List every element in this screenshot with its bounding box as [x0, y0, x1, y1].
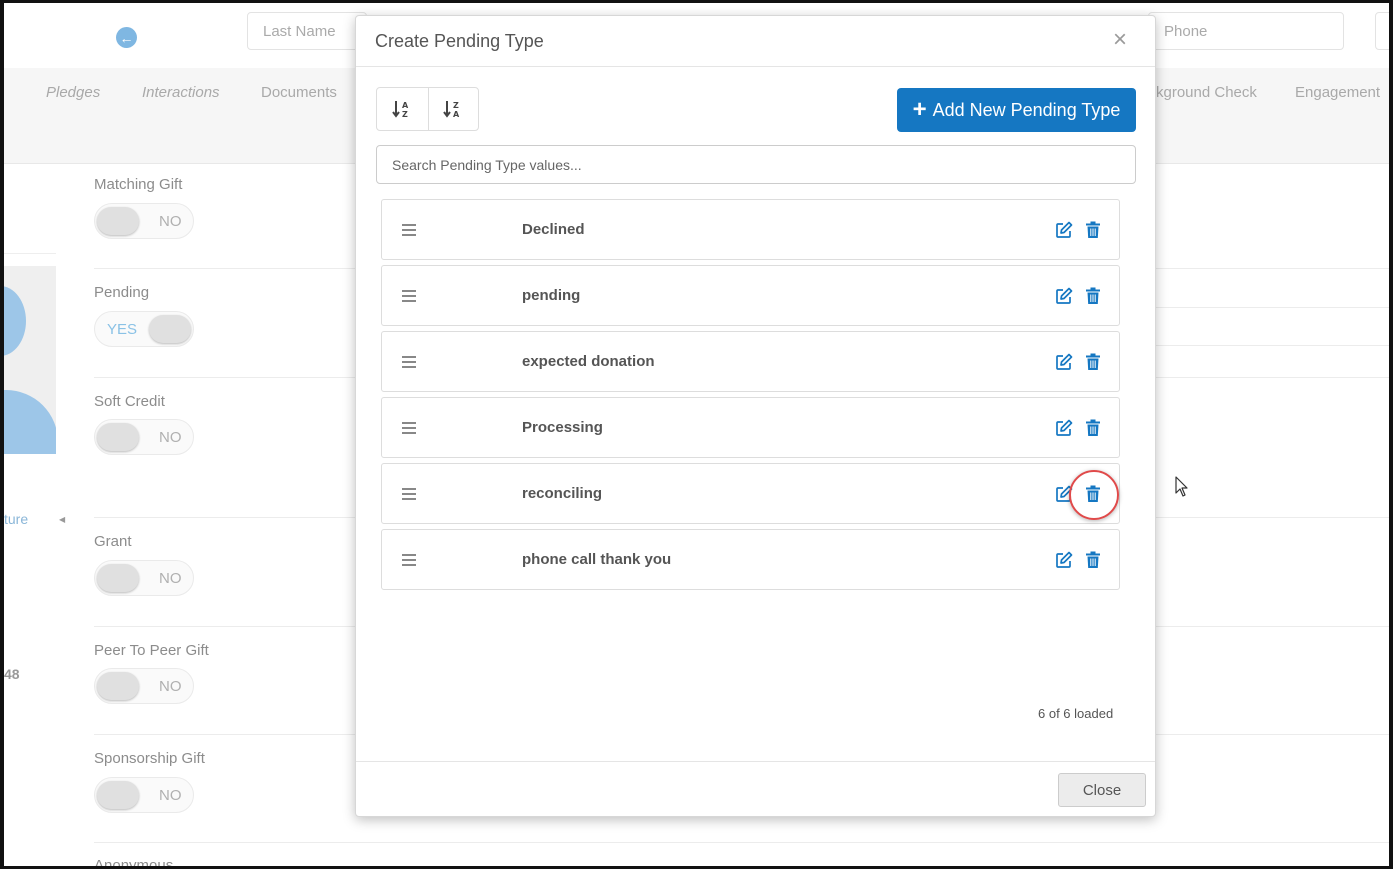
- drag-handle-icon[interactable]: [401, 552, 417, 568]
- svg-text:Z: Z: [402, 110, 408, 118]
- pending-type-label: phone call thank you: [522, 551, 672, 568]
- row-divider: [1156, 307, 1389, 308]
- list-item[interactable]: expected donation: [381, 331, 1120, 392]
- plus-icon: +: [912, 96, 927, 123]
- trash-icon[interactable]: [1085, 287, 1101, 305]
- toggle-state-text: NO: [159, 570, 182, 587]
- toggle-knob: [149, 315, 191, 343]
- tab-engagement[interactable]: Engagement: [1295, 84, 1380, 101]
- sort-descending-button[interactable]: Z A: [427, 88, 479, 130]
- toggle-knob: [97, 564, 139, 592]
- edit-icon[interactable]: [1055, 485, 1073, 503]
- extra-search-input[interactable]: [1375, 12, 1393, 50]
- modal-header: Create Pending Type ×: [356, 16, 1155, 67]
- drag-handle-icon[interactable]: [401, 222, 417, 238]
- pending-type-label: Declined: [522, 221, 585, 238]
- modal-footer: Close: [356, 761, 1155, 816]
- pending-type-search-input[interactable]: [376, 145, 1136, 184]
- peer-to-peer-gift-label: Peer To Peer Gift: [94, 642, 209, 659]
- trash-icon[interactable]: [1085, 485, 1101, 503]
- avatar: [4, 266, 56, 454]
- sort-button-group: A Z Z A: [376, 87, 479, 131]
- tab-background-check[interactable]: kground Check: [1156, 84, 1257, 101]
- back-arrow-icon[interactable]: ←: [116, 27, 137, 48]
- drag-handle-icon[interactable]: [401, 420, 417, 436]
- add-button-label: Add New Pending Type: [932, 99, 1121, 120]
- sort-ascending-button[interactable]: A Z: [377, 88, 428, 130]
- row-divider: [1156, 345, 1389, 346]
- toggle-state-text: NO: [159, 787, 182, 804]
- drag-handle-icon[interactable]: [401, 486, 417, 502]
- soft-credit-toggle[interactable]: NO: [94, 419, 194, 455]
- sidebar-divider: [4, 253, 56, 254]
- sidebar-number: 48: [4, 666, 20, 682]
- close-icon[interactable]: ×: [1113, 28, 1127, 52]
- add-new-pending-type-button[interactable]: + Add New Pending Type: [897, 88, 1136, 132]
- toggle-state-text: YES: [107, 321, 138, 338]
- list-item[interactable]: pending: [381, 265, 1120, 326]
- pending-type-label: Processing: [522, 419, 603, 436]
- phone-search-input[interactable]: Phone: [1148, 12, 1344, 50]
- tab-pledges[interactable]: Pledges: [46, 84, 100, 101]
- trash-icon[interactable]: [1085, 353, 1101, 371]
- matching-gift-toggle[interactable]: NO: [94, 203, 194, 239]
- avatar-body-shape: [4, 390, 56, 454]
- svg-text:A: A: [453, 110, 460, 118]
- create-pending-type-modal: Create Pending Type × A Z Z A + Add New …: [355, 15, 1156, 817]
- toggle-state-text: NO: [159, 213, 182, 230]
- pending-type-list: Declined pending expected donation Processi…: [381, 199, 1120, 595]
- pending-type-label: reconciling: [522, 485, 603, 502]
- toggle-state-text: NO: [159, 678, 182, 695]
- sponsorship-gift-toggle[interactable]: NO: [94, 777, 194, 813]
- avatar-head-shape: [4, 286, 26, 356]
- last-name-search-input[interactable]: Last Name: [247, 12, 367, 50]
- list-item[interactable]: reconciling: [381, 463, 1120, 524]
- pending-type-label: pending: [522, 287, 581, 304]
- toggle-state-text: NO: [159, 429, 182, 446]
- trash-icon[interactable]: [1085, 551, 1101, 569]
- edit-icon[interactable]: [1055, 419, 1073, 437]
- pending-toggle[interactable]: YES: [94, 311, 194, 347]
- toggle-knob: [97, 672, 139, 700]
- row-divider: [94, 842, 1389, 843]
- sort-alpha-asc-icon: A Z: [392, 101, 409, 118]
- list-item[interactable]: Processing: [381, 397, 1120, 458]
- sidebar-link[interactable]: ture: [4, 511, 28, 527]
- sponsorship-gift-label: Sponsorship Gift: [94, 750, 205, 767]
- edit-icon[interactable]: [1055, 287, 1073, 305]
- tab-documents[interactable]: Documents: [261, 84, 337, 101]
- toggle-knob: [97, 207, 139, 235]
- matching-gift-label: Matching Gift: [94, 176, 183, 193]
- pending-label: Pending: [94, 284, 150, 301]
- modal-title: Create Pending Type: [375, 31, 544, 51]
- edit-icon[interactable]: [1055, 551, 1073, 569]
- trash-icon[interactable]: [1085, 221, 1101, 239]
- svg-text:A: A: [402, 101, 409, 110]
- list-item[interactable]: Declined: [381, 199, 1120, 260]
- collapse-arrow-icon[interactable]: ◀: [59, 515, 65, 524]
- mouse-cursor-icon: [1175, 476, 1188, 497]
- toggle-knob: [97, 423, 139, 451]
- anonymous-label: Anonymous: [94, 857, 174, 869]
- edit-icon[interactable]: [1055, 353, 1073, 371]
- grant-label: Grant: [94, 533, 132, 550]
- toggle-knob: [97, 781, 139, 809]
- drag-handle-icon[interactable]: [401, 354, 417, 370]
- grant-toggle[interactable]: NO: [94, 560, 194, 596]
- edit-icon[interactable]: [1055, 221, 1073, 239]
- svg-text:Z: Z: [453, 101, 459, 110]
- peer-to-peer-gift-toggle[interactable]: NO: [94, 668, 194, 704]
- loaded-count: 6 of 6 loaded: [1038, 706, 1114, 721]
- sort-alpha-desc-icon: Z A: [443, 101, 460, 118]
- trash-icon[interactable]: [1085, 419, 1101, 437]
- list-item[interactable]: phone call thank you: [381, 529, 1120, 590]
- soft-credit-label: Soft Credit: [94, 393, 165, 410]
- close-button[interactable]: Close: [1058, 773, 1146, 807]
- tab-interactions[interactable]: Interactions: [142, 84, 220, 101]
- pending-type-label: expected donation: [522, 353, 655, 370]
- drag-handle-icon[interactable]: [401, 288, 417, 304]
